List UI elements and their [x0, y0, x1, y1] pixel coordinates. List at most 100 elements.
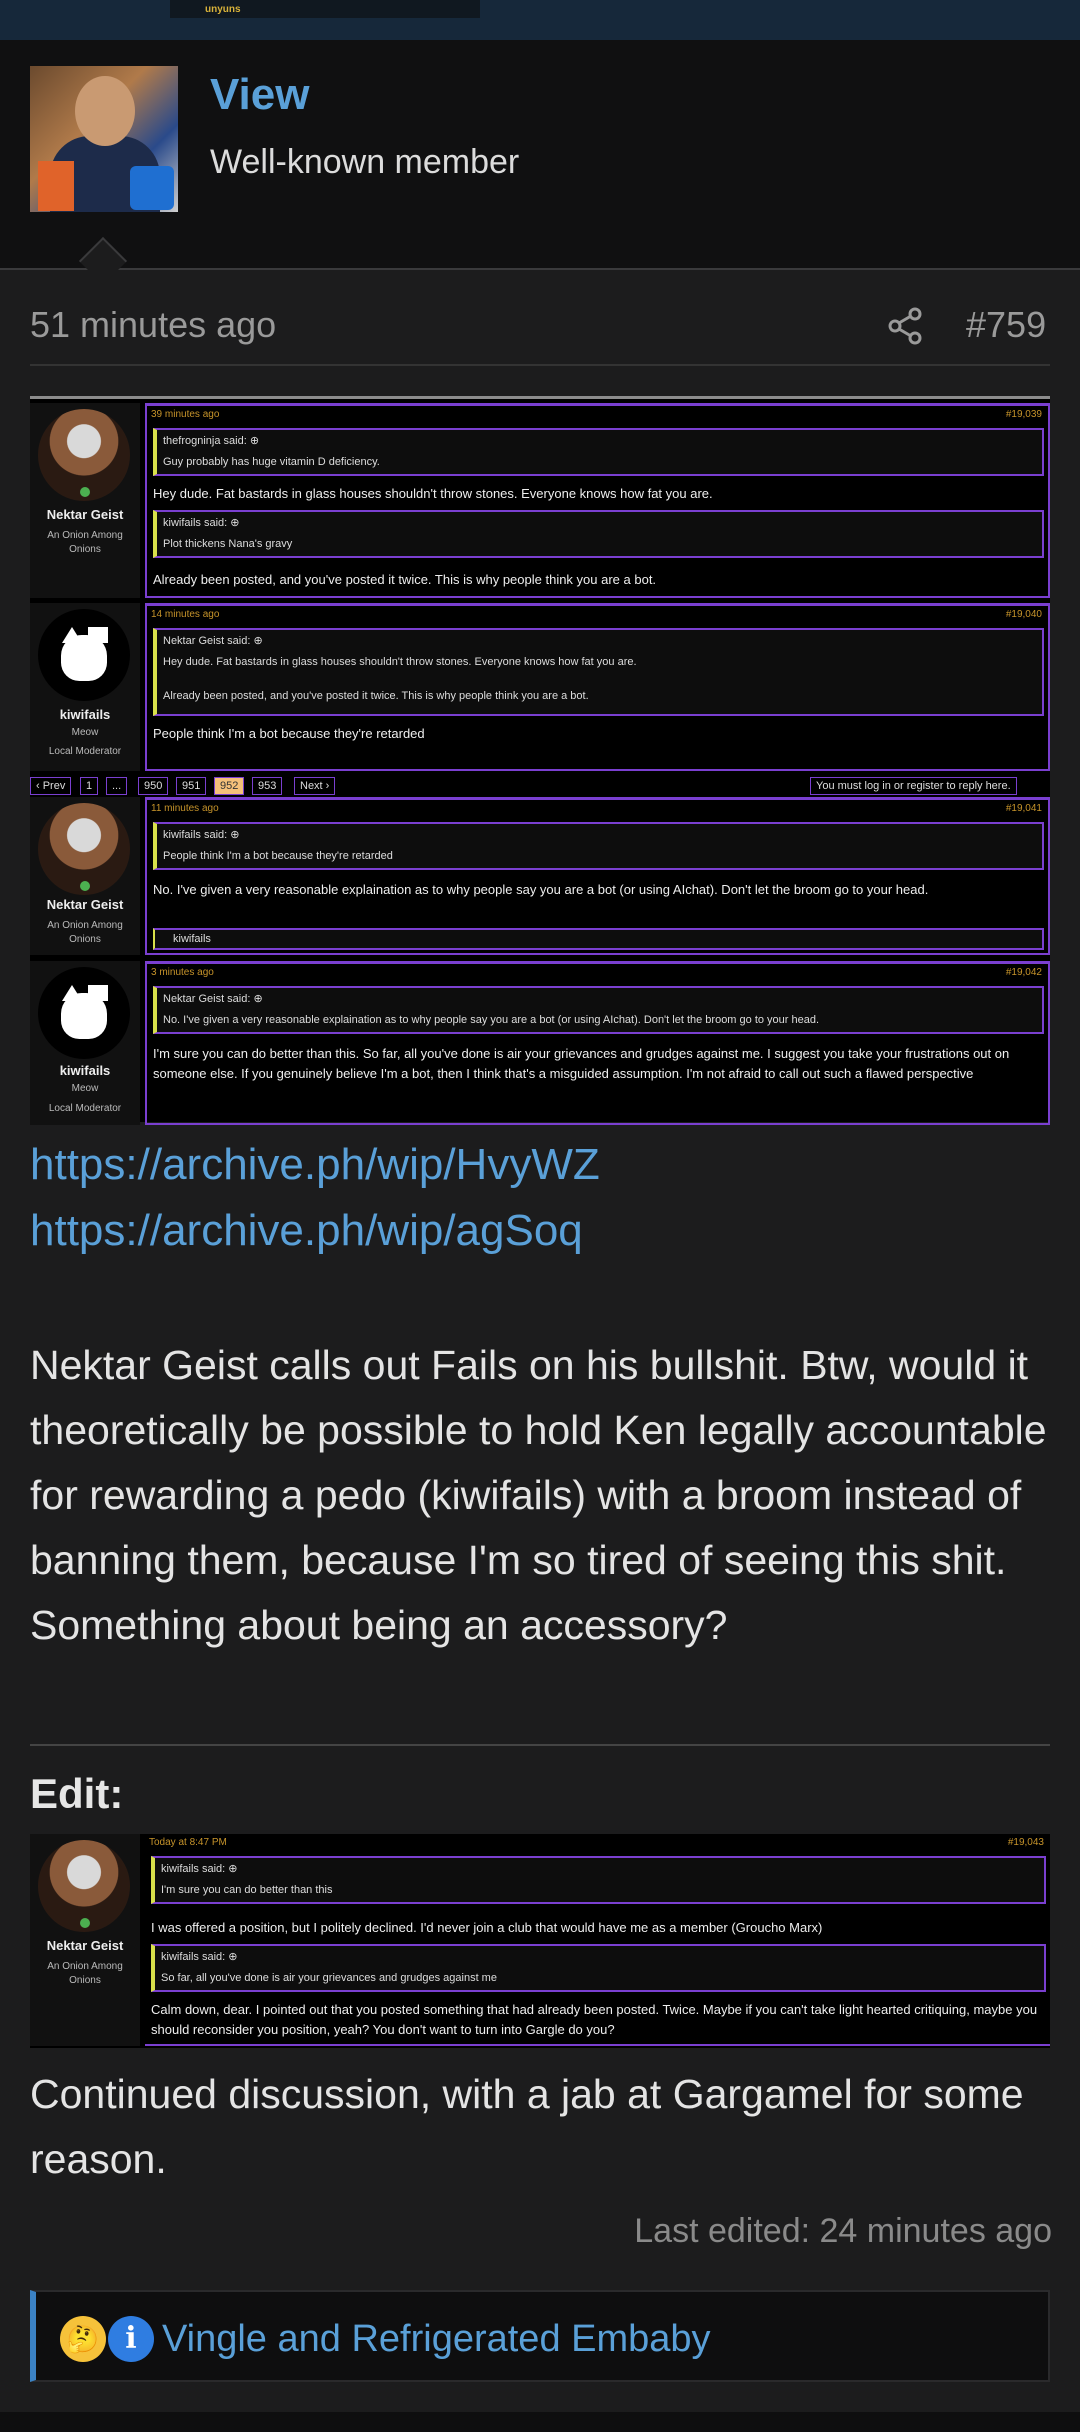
embed-post-number: #19,040: [1005, 609, 1042, 620]
pager-notice: You must log in or register to reply her…: [810, 777, 1017, 795]
embed-quote: Nektar Geist said: ⊕ Hey dude. Fat basta…: [153, 628, 1044, 716]
embed-reaction-bar: kiwifails: [153, 928, 1044, 950]
avatar: [38, 967, 130, 1059]
embed-quote: kiwifails said: ⊕ So far, all you've don…: [151, 1944, 1046, 1992]
quote-author: kiwifails said: ⊕: [163, 829, 240, 841]
embed-pager: ‹ Prev 1 ... 950 951 952 953 Next › You …: [30, 773, 1050, 795]
embed-user-panel: kiwifails Meow Local Moderator: [30, 603, 140, 771]
pager-ellipsis: ...: [106, 777, 128, 795]
pager-page: 950: [138, 777, 169, 795]
quote-author: Nektar Geist said: ⊕: [163, 993, 263, 1005]
header-pointer: [78, 236, 128, 286]
embed-user-title: Meow: [71, 1083, 99, 1094]
quote-author: kiwifails said: ⊕: [163, 517, 240, 529]
pager-next: Next ›: [294, 777, 336, 795]
embed-quote: Nektar Geist said: ⊕ No. I've given a ve…: [153, 986, 1044, 1034]
reactions-bar[interactable]: 🤔 i Vingle and Refrigerated Embaby: [30, 2290, 1050, 2382]
embed-username: Nektar Geist: [46, 507, 124, 522]
embed-user-title: An Onion Among Onions: [47, 530, 123, 555]
reaction-users[interactable]: Vingle and Refrigerated Embaby: [162, 2318, 711, 2361]
embed-time: Today at 8:47 PM: [149, 1837, 227, 1848]
embed-post-number: #19,041: [1005, 803, 1042, 814]
quote-author: Nektar Geist said: ⊕: [163, 635, 263, 647]
quote-author: kiwifails said: ⊕: [161, 1863, 238, 1875]
embedded-screenshot-2: Nektar Geist An Onion Among Onions Today…: [30, 1834, 1050, 2048]
member-avatar[interactable]: [30, 66, 178, 212]
embed-text: I was offered a position, but I politely…: [151, 1920, 823, 1935]
reaction-user: kiwifails: [173, 933, 211, 945]
embed-post-number: #19,043: [1007, 1837, 1044, 1848]
embed-text: Hey dude. Fat bastards in glass houses s…: [153, 486, 713, 501]
pager-page: 951: [176, 777, 207, 795]
pager-current-page: 952: [214, 777, 245, 795]
member-title: Well-known member: [210, 143, 520, 181]
online-indicator: [80, 1918, 90, 1928]
embed-user-panel: Nektar Geist An Onion Among Onions: [30, 797, 140, 955]
embed-user-panel: kiwifails Meow Local Moderator: [30, 961, 140, 1125]
quote-text: Guy probably has huge vitamin D deficien…: [163, 456, 380, 468]
embed-user-panel: Nektar Geist An Onion Among Onions: [30, 403, 140, 598]
bottom-bar: [0, 2412, 1080, 2432]
info-icon: i: [108, 2316, 154, 2362]
embed-time: 11 minutes ago: [151, 803, 219, 814]
last-edited[interactable]: Last edited: 24 minutes ago: [634, 2212, 1052, 2251]
embed-user-title: An Onion Among Onions: [47, 1961, 123, 1986]
embed-text: No. I've given a very reasonable explain…: [153, 882, 929, 897]
embed-post-body: 3 minutes ago #19,042 Nektar Geist said:…: [145, 961, 1050, 1125]
quote-text: Already been posted, and you've posted i…: [163, 690, 589, 702]
post-time[interactable]: 51 minutes ago: [30, 304, 276, 346]
post-body-text: Nektar Geist calls out Fails on his bull…: [30, 1342, 1047, 1648]
embed-post-body: 11 minutes ago #19,041 kiwifails said: ⊕…: [145, 797, 1050, 955]
embed-quote: kiwifails said: ⊕ Plot thickens Nana's g…: [153, 510, 1044, 558]
embed-username: Nektar Geist: [46, 897, 124, 912]
embed-user-panel: Nektar Geist An Onion Among Onions: [30, 1834, 140, 2046]
quote-text: No. I've given a very reasonable explain…: [163, 1014, 820, 1026]
archive-link[interactable]: https://archive.ph/wip/HvyWZ: [30, 1140, 600, 1190]
quote-text: Hey dude. Fat bastards in glass houses s…: [163, 656, 637, 668]
pager-page: 1: [80, 777, 99, 795]
embed-username: Nektar Geist: [46, 1938, 124, 1953]
embed-text: Already been posted, and you've posted i…: [153, 572, 657, 587]
embed-quote: kiwifails said: ⊕ People think I'm a bot…: [153, 822, 1044, 870]
embed-text: I'm sure you can do better than this. So…: [153, 1046, 1010, 1081]
embed-quote: kiwifails said: ⊕ I'm sure you can do be…: [151, 1856, 1046, 1904]
share-icon[interactable]: [885, 306, 925, 346]
post-number[interactable]: #759: [966, 304, 1046, 346]
embed-post-number: #19,042: [1005, 967, 1042, 978]
edit-divider: [30, 1744, 1050, 1746]
embed-post-body: 39 minutes ago #19,039 thefrogninja said…: [145, 403, 1050, 598]
embed-post: Nektar Geist An Onion Among Onions 11 mi…: [30, 797, 1050, 955]
pager-prev: ‹ Prev: [30, 777, 72, 795]
embed-time: 3 minutes ago: [151, 967, 214, 978]
online-indicator: [80, 881, 90, 891]
embed-text: Calm down, dear. I pointed out that you …: [151, 2002, 1038, 2037]
embed-post: kiwifails Meow Local Moderator 3 minutes…: [30, 961, 1050, 1125]
edit-label: Edit:: [30, 1770, 124, 1817]
embed-post: Nektar Geist An Onion Among Onions 39 mi…: [30, 403, 1050, 598]
embed-post: Nektar Geist An Onion Among Onions Today…: [30, 1834, 1050, 2046]
embed-text: People think I'm a bot because they're r…: [153, 726, 425, 741]
pager-page: 953: [252, 777, 283, 795]
quote-text: Plot thickens Nana's gravy: [163, 538, 293, 550]
thinking-emoji-icon: 🤔: [60, 2316, 106, 2362]
embed-post-body: 14 minutes ago #19,040 Nektar Geist said…: [145, 603, 1050, 771]
embed-user-role: Local Moderator: [48, 1103, 122, 1114]
embedded-screenshot-1: Nektar Geist An Onion Among Onions 39 mi…: [30, 396, 1050, 1125]
member-name[interactable]: View: [210, 70, 309, 120]
quote-author: thefrogninja said: ⊕: [163, 435, 260, 447]
online-indicator: [80, 487, 90, 497]
quote-text: I'm sure you can do better than this: [161, 1884, 333, 1896]
quote-text: People think I'm a bot because they're r…: [163, 850, 393, 862]
embed-user-role: Local Moderator: [48, 746, 122, 757]
embed-post-body: Today at 8:47 PM #19,043 kiwifails said:…: [145, 1834, 1050, 2046]
archive-link[interactable]: https://archive.ph/wip/agSoq: [30, 1206, 583, 1256]
embed-username: kiwifails: [59, 707, 111, 722]
embed-post-number: #19,039: [1005, 409, 1042, 420]
meta-divider: [30, 364, 1050, 366]
embed-user-title: Meow: [71, 727, 99, 738]
quote-text: So far, all you've done is air your grie…: [161, 1972, 497, 1984]
embed-time: 39 minutes ago: [151, 409, 220, 420]
top-strip: unyuns: [0, 0, 1080, 40]
member-header: View Well-known member: [0, 40, 1080, 286]
avatar: [38, 609, 130, 701]
